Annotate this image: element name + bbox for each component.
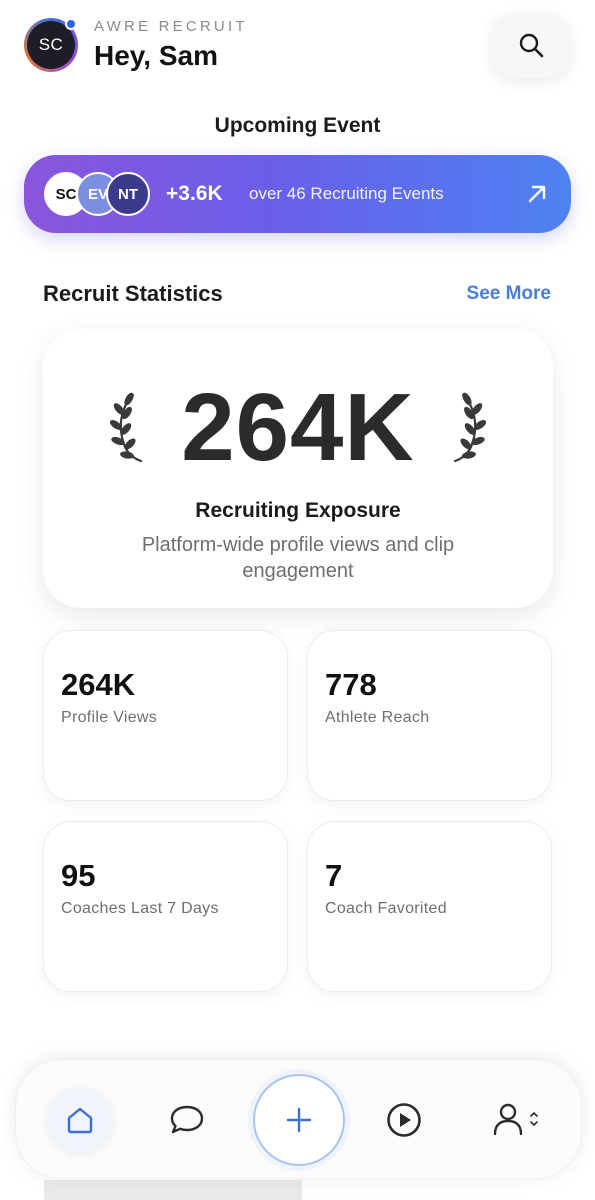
see-more-link[interactable]: See More [467,283,551,305]
search-icon [519,33,544,58]
exposure-description: Platform-wide profile views and clip eng… [141,534,455,582]
stat-card-profile-views[interactable]: 264K Profile Views [43,630,288,801]
home-icon [67,1107,93,1134]
search-button[interactable] [491,12,571,78]
stat-value: 95 [61,858,96,893]
upcoming-event-title: Upcoming Event [214,114,381,137]
section-title: Recruit Statistics [43,281,223,306]
background-content [44,1180,302,1200]
app-name: AWRE RECRUIT [94,18,248,35]
play-icon [387,1103,421,1137]
stat-value: 264K [61,667,136,702]
stat-card-coaches-last-7-days[interactable]: 95 Coaches Last 7 Days [43,821,288,992]
tab-add[interactable] [253,1074,345,1166]
upcoming-event-banner[interactable]: SC EV NT +3.6K over 46 Recruiting Events [24,155,571,233]
event-description: over 46 Recruiting Events [249,184,444,203]
tab-videos[interactable] [371,1087,437,1153]
chat-icon [170,1105,204,1134]
stat-card-athlete-reach[interactable]: 778 Athlete Reach [307,630,552,801]
profile-icon [493,1103,538,1136]
tab-profile[interactable] [481,1087,553,1153]
tab-bar [15,1059,582,1179]
home-screen: SC AWRE RECRUIT Hey, Sam Upcoming Event … [0,0,595,1200]
stat-card-coach-favorited[interactable]: 7 Coach Favorited [307,821,552,992]
laurel-right-icon [453,392,487,463]
event-avatar: NT [106,172,150,216]
tab-home[interactable] [47,1087,113,1153]
header: SC AWRE RECRUIT Hey, Sam [24,12,571,80]
plus-icon [286,1107,312,1133]
stat-value: 778 [325,667,377,702]
event-count: +3.6K [166,182,223,205]
exposure-label: Recruiting Exposure [195,499,401,522]
stat-label: Coach Favorited [325,900,447,917]
stat-value: 7 [325,858,343,893]
arrow-up-right-icon [528,185,546,203]
stat-label: Profile Views [61,709,158,726]
recruiting-exposure-card[interactable]: 264K Recruiting Exposure Platform-wide p… [43,329,553,608]
greeting: Hey, Sam [94,40,218,71]
tab-messages[interactable] [154,1087,220,1153]
online-status-dot [65,18,77,30]
stat-label: Athlete Reach [325,709,430,726]
stat-label: Coaches Last 7 Days [61,900,219,917]
